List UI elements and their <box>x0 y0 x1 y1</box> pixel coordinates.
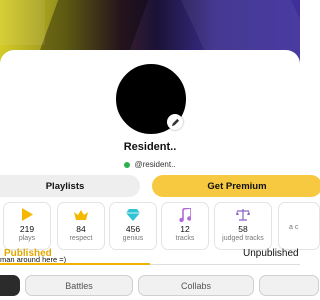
stat-judged-tracks[interactable]: 58 judged tracks <box>214 202 272 250</box>
stat-value: 84 <box>76 224 86 234</box>
filter-chip-more[interactable] <box>259 275 319 296</box>
play-icon <box>4 207 50 222</box>
unknown-icon <box>279 207 319 222</box>
crown-icon <box>58 207 104 222</box>
stat-label: plays <box>18 235 36 242</box>
filter-chip-collabs[interactable]: Collabs <box>138 275 254 296</box>
stat-genius[interactable]: 456 genius <box>109 202 157 250</box>
get-premium-button[interactable]: Get Premium <box>152 175 320 197</box>
playlists-button[interactable]: Playlists <box>0 175 140 197</box>
stat-value: 12 <box>180 224 190 234</box>
stat-label: judged tracks <box>222 235 264 242</box>
profile-name: Resident.. <box>123 141 177 153</box>
pencil-icon <box>171 118 179 126</box>
active-tab-indicator <box>0 263 150 265</box>
online-status-dot <box>124 161 131 168</box>
banner-shape <box>0 0 45 45</box>
filter-chip-battles[interactable]: Battles <box>25 275 133 296</box>
diamond-icon <box>110 207 156 222</box>
scales-icon <box>215 207 271 222</box>
stat-respect[interactable]: 84 respect <box>57 202 105 250</box>
stat-label: a c <box>289 224 299 231</box>
stat-label: respect <box>69 235 93 242</box>
music-note-icon <box>162 207 208 222</box>
tab-unpublished[interactable]: Unpublished <box>243 248 299 259</box>
filter-chip-selected[interactable] <box>0 275 20 296</box>
profile-handle: @resident.. <box>134 160 176 169</box>
stat-value: 219 <box>19 224 35 234</box>
stat-tracks[interactable]: 12 tracks <box>161 202 209 250</box>
handle-row: @resident.. <box>0 160 300 169</box>
stat-label: tracks <box>175 235 195 242</box>
stat-label: genius <box>122 235 144 242</box>
stat-value: 58 <box>238 224 248 234</box>
edit-avatar-button[interactable] <box>167 114 183 130</box>
tab-divider <box>150 264 300 265</box>
stat-plays[interactable]: 219 plays <box>3 202 51 250</box>
tab-published[interactable]: Published <box>4 248 52 259</box>
stat-value: 456 <box>125 224 141 234</box>
stat-partial[interactable]: a c <box>278 202 320 250</box>
